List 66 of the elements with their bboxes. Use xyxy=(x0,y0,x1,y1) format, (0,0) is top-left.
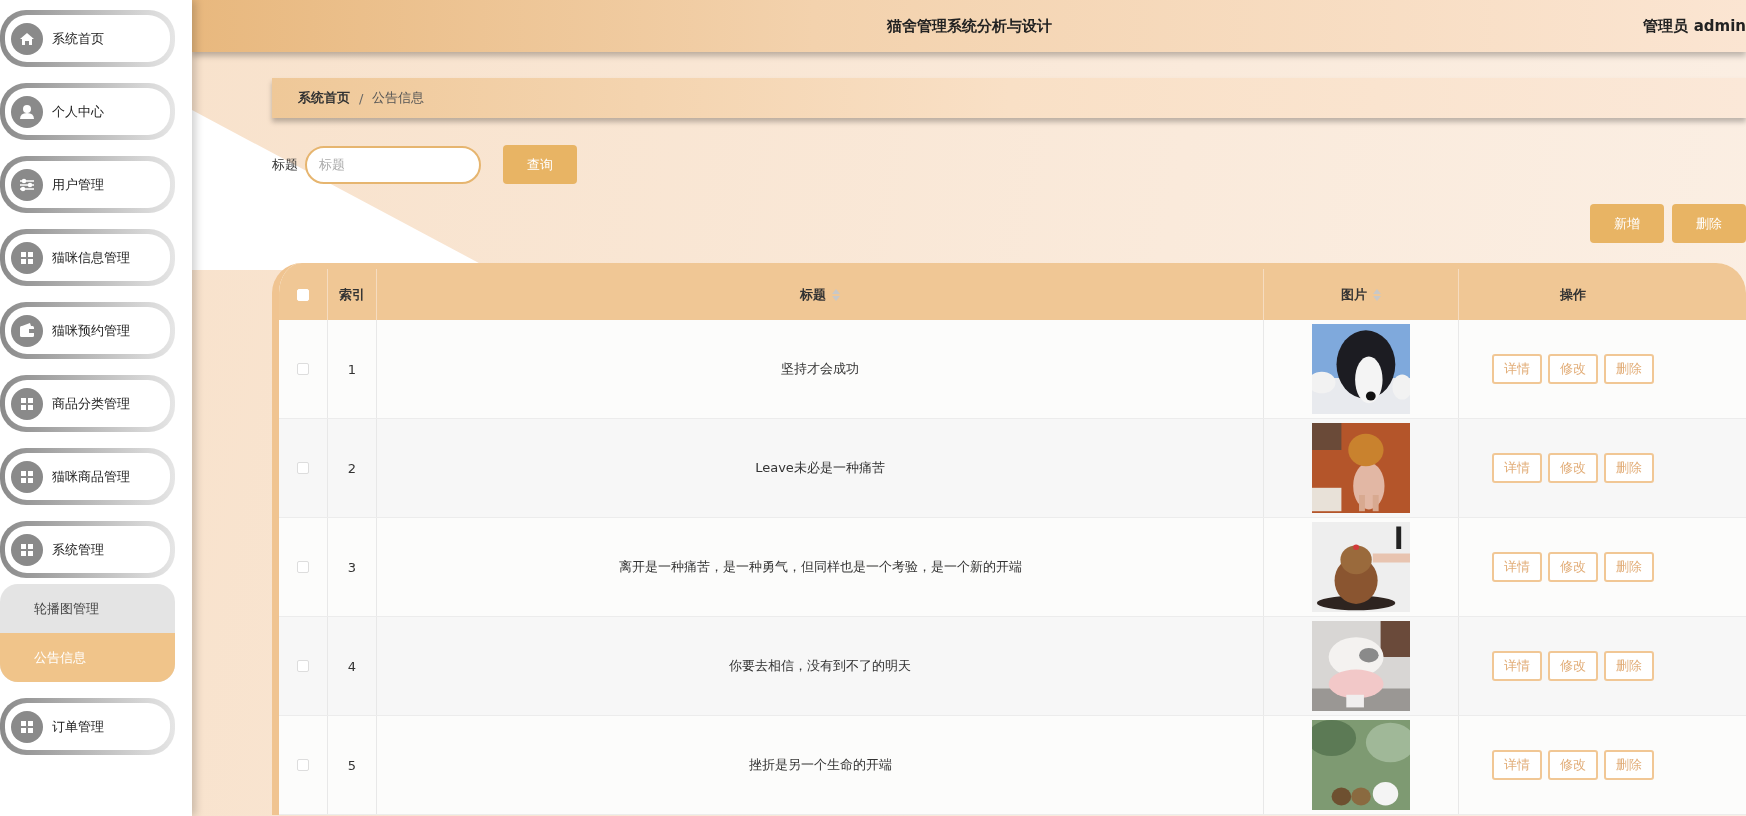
search-button[interactable]: 查询 xyxy=(503,145,577,184)
details-button[interactable]: 详情 xyxy=(1491,453,1542,483)
select-all-checkbox[interactable] xyxy=(297,288,309,301)
sort-icon[interactable] xyxy=(832,288,840,301)
edit-button[interactable]: 修改 xyxy=(1547,354,1598,384)
submenu-item[interactable]: 轮播图管理 xyxy=(0,584,175,633)
row-checkbox[interactable] xyxy=(297,660,309,672)
search-label: 标题 xyxy=(272,155,298,174)
table-cell: 挫折是另一个生命的开端 xyxy=(748,756,892,774)
table-cell: 离开是一种痛苦，是一种勇气，但同样也是一个考验，是一个新的开端 xyxy=(618,558,1022,576)
delete-button[interactable]: 删除 xyxy=(1603,750,1654,780)
edit-button[interactable]: 修改 xyxy=(1547,750,1598,780)
edit-button[interactable]: 修改 xyxy=(1547,651,1598,681)
row-checkbox[interactable] xyxy=(297,561,309,573)
add-button[interactable]: 新增 xyxy=(1590,204,1664,243)
submenu-item[interactable]: 公告信息 xyxy=(0,633,175,682)
column-header: 操作 xyxy=(1559,285,1586,304)
details-button[interactable]: 详情 xyxy=(1491,651,1542,681)
grid-icon xyxy=(11,387,43,420)
sidebar-item[interactable]: 猫咪信息管理 xyxy=(0,229,175,286)
table-cell: 2 xyxy=(347,460,357,476)
table-cell: 坚持才会成功 xyxy=(781,360,859,378)
sidebar-item[interactable]: 猫咪商品管理 xyxy=(0,448,175,505)
delete-button[interactable]: 删除 xyxy=(1603,552,1654,582)
sliders-icon xyxy=(11,168,43,201)
edit-button[interactable]: 修改 xyxy=(1547,552,1598,582)
details-button[interactable]: 详情 xyxy=(1491,750,1542,780)
column-header: 标题 xyxy=(800,285,826,304)
sidebar-item[interactable]: 用户管理 xyxy=(0,156,175,213)
column-header: 图片 xyxy=(1341,285,1367,304)
column-header: 索引 xyxy=(339,285,365,304)
wallet-icon xyxy=(11,314,43,347)
sidebar-item[interactable]: 系统首页 xyxy=(0,10,175,67)
delete-button[interactable]: 删除 xyxy=(1603,354,1654,384)
table-cell: 你要去相信，没有到不了的明天 xyxy=(729,657,911,675)
row-checkbox[interactable] xyxy=(297,759,309,771)
edit-button[interactable]: 修改 xyxy=(1547,453,1598,483)
delete-button[interactable]: 删除 xyxy=(1672,204,1746,243)
table-cell: Leave未必是一种痛苦 xyxy=(755,459,885,477)
grid-icon xyxy=(11,460,43,493)
sidebar-item[interactable]: 个人中心 xyxy=(0,83,175,140)
grid-icon xyxy=(11,241,43,274)
details-button[interactable]: 详情 xyxy=(1491,552,1542,582)
row-checkbox[interactable] xyxy=(297,363,309,375)
grid-icon xyxy=(11,533,43,566)
row-checkbox[interactable] xyxy=(297,462,309,474)
sidebar-item[interactable]: 猫咪预约管理 xyxy=(0,302,175,359)
title-search-field[interactable]: 标题 xyxy=(305,145,481,184)
delete-button[interactable]: 删除 xyxy=(1603,453,1654,483)
user-icon xyxy=(11,95,43,128)
app-title: 猫舍管理系统分析与设计 xyxy=(886,16,1052,36)
breadcrumb-separator: / xyxy=(359,90,364,106)
home-icon xyxy=(11,22,43,55)
grid-icon xyxy=(11,710,43,743)
sidebar-item[interactable]: 商品分类管理 xyxy=(0,375,175,432)
table-cell: 5 xyxy=(347,757,357,773)
table-cell: 4 xyxy=(347,658,357,674)
sort-icon[interactable] xyxy=(1373,288,1381,301)
sidebar-item[interactable]: 系统管理 xyxy=(0,521,175,578)
details-button[interactable]: 详情 xyxy=(1491,354,1542,384)
sidebar-item[interactable]: 订单管理 xyxy=(0,698,175,755)
table-cell: 1 xyxy=(347,361,357,377)
delete-button[interactable]: 删除 xyxy=(1603,651,1654,681)
breadcrumb-link[interactable]: 系统首页 xyxy=(298,89,350,107)
user-label: 管理员 admin xyxy=(1643,16,1746,36)
table-cell: 3 xyxy=(347,559,357,575)
